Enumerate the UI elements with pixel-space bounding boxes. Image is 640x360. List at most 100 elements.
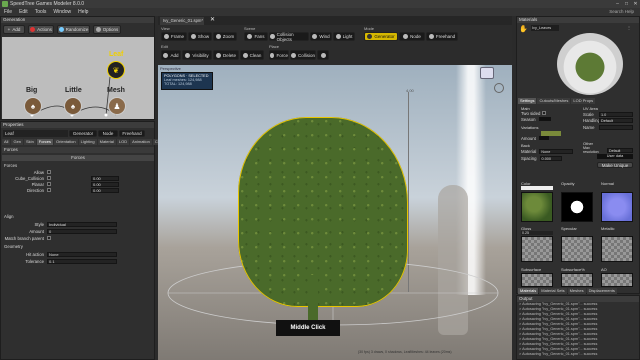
menu-file[interactable]: File: [4, 9, 12, 15]
big-node[interactable]: ♠: [24, 97, 42, 115]
material-preview[interactable]: [557, 33, 623, 95]
cube-collision-field[interactable]: 0.00: [91, 175, 119, 181]
ivy-foliage[interactable]: [238, 117, 408, 307]
preview-options-icon[interactable]: ⋮: [627, 25, 637, 31]
tab-material-sets[interactable]: Material Sets: [539, 288, 567, 294]
cube-collision-checkbox[interactable]: [47, 176, 51, 180]
amount-field[interactable]: 0: [47, 228, 117, 234]
ao-map-slot[interactable]: [601, 273, 633, 287]
user-data-field[interactable]: User data: [597, 154, 633, 159]
document-tab[interactable]: Ivy_Generic_01.spm*: [160, 17, 204, 25]
gloss-map-slot[interactable]: [521, 236, 553, 262]
add-button[interactable]: + Add: [3, 25, 25, 34]
search-help-input[interactable]: Search Help: [609, 9, 634, 14]
tolerance-field[interactable]: 0.1: [47, 258, 117, 264]
zoom-button[interactable]: Zoom: [213, 32, 237, 41]
material-selector[interactable]: Ivy_Leaves: [531, 25, 559, 31]
place-mesh-button[interactable]: [317, 50, 329, 60]
direction-checkbox[interactable]: [47, 188, 51, 192]
direction-field[interactable]: 0.00: [91, 187, 119, 193]
generator-mode-button[interactable]: Generator: [69, 130, 97, 137]
name-field[interactable]: [599, 124, 633, 130]
generator-tool-button[interactable]: Generator: [364, 32, 398, 41]
tab-cutouts-meshes[interactable]: Cutouts/Meshes: [537, 98, 571, 104]
object-selector[interactable]: Leaf: [3, 130, 68, 137]
handling-dropdown[interactable]: Default: [599, 117, 633, 123]
metallic-map-slot[interactable]: [601, 236, 633, 262]
menu-help[interactable]: Help: [78, 9, 88, 15]
subsurface-map-slot[interactable]: [521, 273, 553, 287]
allow-checkbox[interactable]: [47, 170, 51, 174]
options-button[interactable]: Options: [93, 25, 121, 34]
normal-map-slot[interactable]: [601, 192, 633, 222]
match-checkbox[interactable]: [47, 236, 51, 240]
close-window-icon[interactable]: ✕: [631, 0, 640, 8]
spacing-field[interactable]: 0.000: [539, 155, 562, 161]
subsurface-pct-map-slot[interactable]: [561, 273, 593, 287]
two-sided-checkbox[interactable]: [542, 111, 547, 115]
leaf-node[interactable]: ❦: [107, 61, 125, 79]
tab-lighting[interactable]: Lighting: [78, 139, 97, 145]
style-dropdown[interactable]: Individual: [47, 221, 117, 227]
node-tool-button[interactable]: Node: [399, 32, 425, 41]
tab-displacements[interactable]: Displacements: [586, 288, 617, 294]
resolution-dropdown[interactable]: Default: [607, 147, 633, 153]
specular-map-slot[interactable]: [561, 236, 593, 262]
tab-meshes[interactable]: Meshes: [567, 288, 586, 294]
minimize-icon[interactable]: –: [613, 0, 622, 8]
close-tab-icon[interactable]: ✕: [210, 16, 215, 23]
planar-field[interactable]: 0.00: [91, 181, 119, 187]
edit-add-button[interactable]: Add: [161, 50, 181, 60]
section-forces[interactable]: Forces: [2, 147, 154, 153]
tab-forces[interactable]: Forces: [36, 139, 54, 145]
hit-action-dropdown[interactable]: None: [47, 251, 117, 257]
clean-button[interactable]: Clean: [240, 50, 264, 60]
wind-button[interactable]: Wind: [310, 32, 332, 41]
planar-checkbox[interactable]: [47, 182, 51, 186]
season-field[interactable]: [538, 117, 551, 121]
actions-button[interactable]: Actions: [28, 25, 54, 34]
viewport[interactable]: Perspective POLYGONS · SELECTED Leaf mes…: [158, 65, 512, 360]
freehand-tool-button[interactable]: Freehand: [426, 32, 458, 41]
place-force-button[interactable]: Force: [269, 50, 289, 60]
collision-objects-button[interactable]: Collision Objects: [269, 32, 309, 42]
hand-icon[interactable]: ✋: [519, 25, 528, 33]
menu-tools[interactable]: Tools: [35, 9, 47, 15]
menu-edit[interactable]: Edit: [19, 9, 28, 15]
little-node[interactable]: ♠: [64, 97, 82, 115]
place-collision-button[interactable]: Collision: [290, 50, 316, 60]
maximize-icon[interactable]: □: [622, 0, 631, 8]
gloss-value-field[interactable]: 0.25: [521, 231, 553, 235]
tab-skin[interactable]: Skin: [24, 139, 36, 145]
tab-lod-props[interactable]: LOD Props: [571, 98, 596, 104]
make-unique-button[interactable]: Make Unique: [597, 162, 633, 168]
node-mode-button[interactable]: Node: [98, 130, 118, 137]
tab-material-settings[interactable]: Settings: [518, 98, 537, 104]
tab-material[interactable]: Material: [97, 139, 116, 145]
tab-materials[interactable]: Materials: [518, 288, 539, 294]
tab-animation[interactable]: Animation: [130, 139, 152, 145]
color-map-slot[interactable]: [521, 192, 553, 222]
scale-field[interactable]: 1.0: [599, 111, 633, 117]
show-button[interactable]: Show: [188, 32, 212, 41]
freehand-mode-button[interactable]: Freehand: [119, 130, 145, 137]
ivy-trailing[interactable]: [308, 275, 318, 325]
mesh-node[interactable]: ♟: [108, 97, 126, 115]
generation-graph[interactable]: ♠ Big ♠ Little ♟ Mesh ❦ Leaf: [2, 37, 154, 119]
tab-gen[interactable]: Gen: [11, 139, 24, 145]
opacity-map-slot[interactable]: [561, 192, 593, 222]
randomize-button[interactable]: Randomize: [57, 25, 90, 34]
tab-all[interactable]: All: [2, 139, 11, 145]
menu-window[interactable]: Window: [53, 9, 71, 15]
delete-button[interactable]: Delete: [213, 50, 239, 60]
tab-orientation[interactable]: Orientation: [54, 139, 78, 145]
tab-lod[interactable]: LOD: [116, 139, 130, 145]
fans-button[interactable]: Fans: [244, 32, 268, 41]
back-material-dropdown[interactable]: None: [539, 148, 574, 154]
light-button[interactable]: Light: [333, 32, 355, 41]
visibility-button[interactable]: Visibility: [182, 50, 212, 60]
color-value-swatch[interactable]: [521, 186, 553, 190]
variation-amount-field[interactable]: [538, 136, 549, 140]
frame-button[interactable]: Frame: [161, 32, 187, 41]
output-log[interactable]: > Autosaving "Ivy_Generic_01.spm"... suc…: [517, 302, 639, 357]
